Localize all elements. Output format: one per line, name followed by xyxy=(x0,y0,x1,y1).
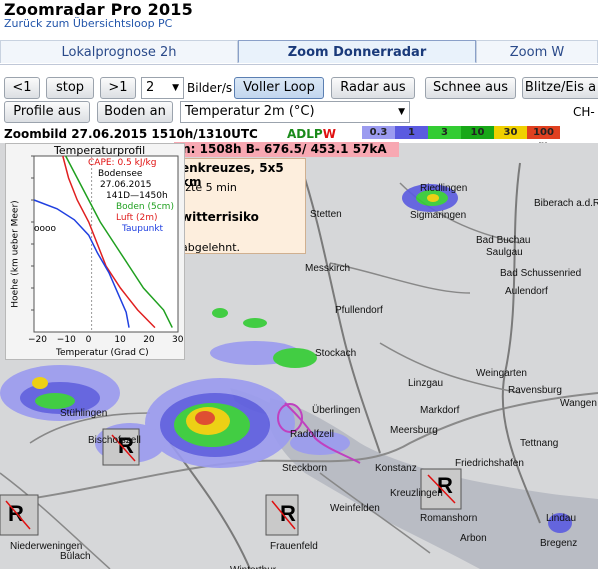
place-label: Linzgau xyxy=(408,378,444,389)
x-tick-label: 0 xyxy=(86,335,92,345)
popup-line2: witterrisiko xyxy=(181,210,259,224)
place-label: Lindau xyxy=(546,513,577,524)
place-label: Steckborn xyxy=(282,463,328,474)
place-label: Bad Buchau xyxy=(476,235,531,246)
place-label: Weinfelden xyxy=(330,503,380,514)
place-label: Bülach xyxy=(60,551,91,562)
precip-legend: 0.3131030100 m xyxy=(362,126,560,151)
chevron-down-icon: ▼ xyxy=(398,107,405,117)
info-popup: enkreuzes, 5x5 km tzte 5 min witterrisik… xyxy=(176,158,306,254)
place-label: Winterthur xyxy=(230,565,276,569)
prev-frame-button[interactable]: <1 xyxy=(4,77,40,99)
place-label: Stühlingen xyxy=(60,408,108,419)
place-label: Ravensburg xyxy=(508,385,562,396)
snow-toggle-button[interactable]: Schnee aus xyxy=(425,77,516,99)
place-label: Kreuzlingen xyxy=(390,488,443,499)
tab-lokalprognose[interactable]: Lokalprognose 2h xyxy=(0,40,238,63)
x-tick-label: 20 xyxy=(143,335,155,345)
profile-time: 141D—1450h xyxy=(106,191,168,201)
place-label: Wangen xyxy=(560,398,597,409)
profile-chart-svg: −20 −10 0 10 20 30 xyxy=(28,155,184,345)
profile-date: 27.06.2015 xyxy=(100,180,152,190)
chevron-down-icon: ▼ xyxy=(172,83,179,93)
radar-toggle-button[interactable]: Radar aus xyxy=(331,77,415,99)
place-label: Frauenfeld xyxy=(270,541,318,552)
zoombild-timestamp: Zoombild 27.06.2015 1510h/1310UTC xyxy=(4,127,258,141)
x-tick-label: 30 xyxy=(172,335,184,345)
tab-bar: Lokalprognose 2h Zoom Donnerradar Zoom W xyxy=(0,40,598,65)
ground-toggle-button[interactable]: Boden an xyxy=(97,101,173,123)
overlay-select[interactable]: Temperatur 2m (°C) ▼ xyxy=(180,101,410,123)
place-label: Konstanz xyxy=(375,463,417,474)
place-label: Stockach xyxy=(315,348,357,359)
x-tick-label: −10 xyxy=(57,335,76,345)
popup-line3: abgelehnt. xyxy=(181,241,241,254)
place-label: Friedrichshafen xyxy=(455,458,524,469)
next-frame-button[interactable]: >1 xyxy=(100,77,136,99)
region-label: CH- xyxy=(573,105,595,119)
place-label: Stetten xyxy=(310,209,342,220)
profile-toggle-button[interactable]: Profile aus xyxy=(4,101,90,123)
place-label: Tettnang xyxy=(520,438,559,449)
place-label: Arbon xyxy=(460,533,487,544)
place-label: Bad Schussenried xyxy=(500,268,582,279)
strike-info-bar: in: 1508h B- 676.5/ 453.1 57kA xyxy=(174,142,399,157)
adlp-text: ADLP xyxy=(287,127,323,141)
legend-item: 100 m xyxy=(527,126,560,151)
fps-unit-label: Bilder/s xyxy=(187,81,233,95)
overlay-select-value: Temperatur 2m (°C) xyxy=(185,104,315,119)
legend-item: 30 xyxy=(494,126,527,139)
place-label: Aulendorf xyxy=(505,286,548,297)
profile-xlabel: Temperatur (Grad C) xyxy=(56,348,149,358)
profile-oooo: oooo xyxy=(34,224,57,234)
adlp-label: ADLPW xyxy=(287,127,336,141)
place-label: Messkirch xyxy=(305,263,351,274)
place-label: Riedlingen xyxy=(420,183,468,194)
profile-ylabel: Hoehe (km ueber Meer) xyxy=(10,200,21,308)
tab-zoom-w[interactable]: Zoom W xyxy=(476,40,598,63)
place-label: Niederweningen xyxy=(10,541,83,552)
profile-cape: CAPE: 0.5 kJ/kg xyxy=(88,158,157,168)
fps-select[interactable]: 2 ▼ xyxy=(141,77,184,99)
legend-item: 3 xyxy=(428,126,461,139)
adlp-w-text: W xyxy=(322,127,336,141)
place-label: Markdorf xyxy=(420,405,460,416)
place-label: Bischofszell xyxy=(88,435,141,446)
place-label: Biberach a.d.Riss xyxy=(534,198,598,209)
profile-title: Temperaturprofil xyxy=(54,144,146,157)
legend-item: 10 xyxy=(461,126,494,139)
place-label: Bregenz xyxy=(540,538,578,549)
place-label: Romanshorn xyxy=(420,513,478,524)
place-label: Überlingen xyxy=(312,405,361,416)
x-tick-label: 10 xyxy=(114,335,126,345)
fps-value: 2 xyxy=(146,80,155,95)
profile-boden: Boden (5cm) xyxy=(116,202,174,212)
profile-luft: Luft (2m) xyxy=(116,213,158,223)
full-loop-button[interactable]: Voller Loop xyxy=(234,77,324,99)
place-label: Meersburg xyxy=(390,425,438,436)
lightning-toggle-button[interactable]: Blitze/Eis a xyxy=(522,77,598,99)
profile-taupunkt: Taupunkt xyxy=(122,224,164,234)
legend-item: 0.3 xyxy=(362,126,395,139)
place-label: Weingarten xyxy=(476,368,527,379)
place-label: Pfullendorf xyxy=(335,305,383,316)
place-label: Sigmaringen xyxy=(410,210,467,221)
popup-line1: tzte 5 min xyxy=(181,181,237,194)
place-label: Saulgau xyxy=(486,247,523,258)
temperature-profile-panel: −20 −10 0 10 20 30 Temperaturprofil CAPE: 0.5… xyxy=(5,143,185,360)
back-link[interactable]: Zurück zum Übersichtsloop PC xyxy=(4,17,172,30)
stop-button[interactable]: stop xyxy=(46,77,94,99)
profile-station: Bodensee xyxy=(98,169,143,179)
x-tick-label: −20 xyxy=(28,335,47,345)
tab-zoom-donnerradar[interactable]: Zoom Donnerradar xyxy=(238,40,476,63)
legend-item: 1 xyxy=(395,126,428,139)
place-label: Radolfzell xyxy=(290,429,334,440)
